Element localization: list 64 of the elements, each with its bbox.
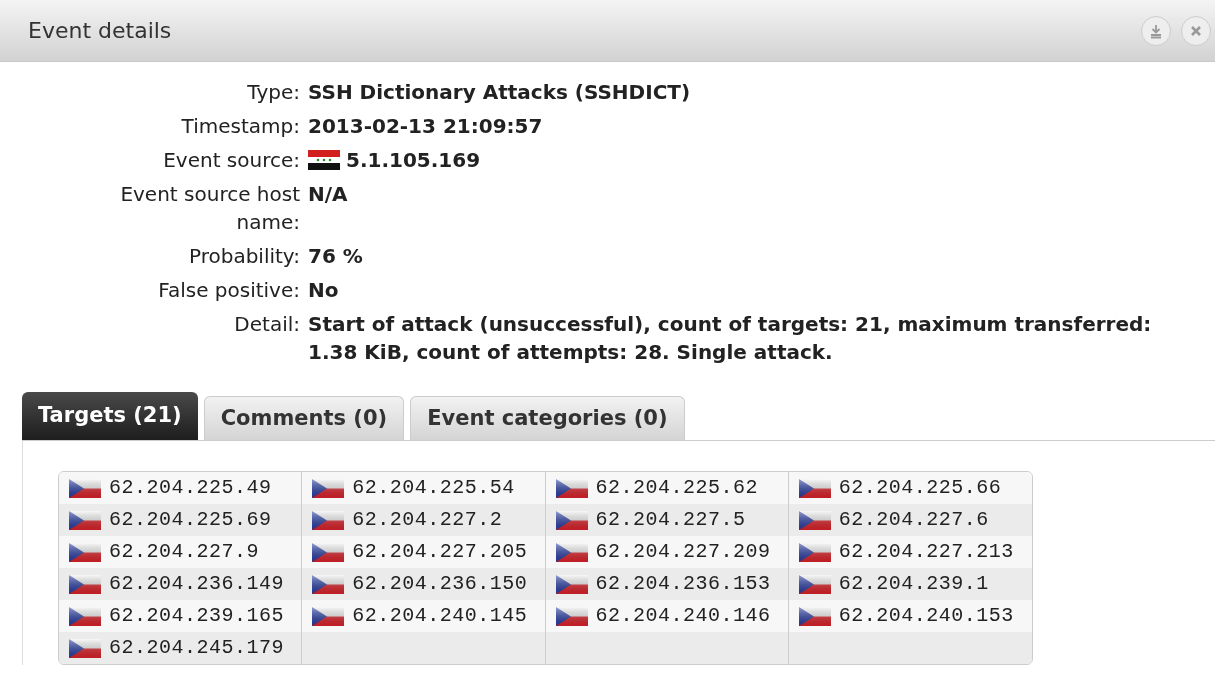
ip-address: 62.204.225.69 <box>109 507 272 533</box>
ip-address: 62.204.227.213 <box>838 539 1014 565</box>
field-label: Event source: <box>163 147 300 174</box>
flag-icon <box>555 510 588 530</box>
download-button[interactable] <box>1141 15 1171 46</box>
flag-icon <box>312 542 345 562</box>
ip-address: 62.204.227.2 <box>352 507 503 533</box>
field-label: Type: <box>247 79 300 106</box>
field-label: Detail: <box>234 311 300 338</box>
ip-address: 62.204.239.1 <box>838 571 989 597</box>
tab[interactable]: Event categories (0) <box>410 396 685 440</box>
field-value: N/A <box>308 181 348 208</box>
flag-icon <box>555 606 588 626</box>
flag-icon <box>555 574 588 594</box>
field-value: Start of attack (unsuccessful), count of targets: 21, maximum transferred: 1.38 KiB, count of attempts: 28. Single attack. <box>308 311 1153 366</box>
flag-icon <box>555 542 588 562</box>
field-value: 5.1.105.169 <box>346 147 481 174</box>
flag-icon <box>312 510 345 530</box>
flag-icon <box>555 478 588 498</box>
close-button[interactable] <box>1181 15 1211 46</box>
ip-address: 62.204.225.49 <box>109 475 272 501</box>
flag-icon <box>798 542 831 562</box>
flag-icon <box>69 510 101 530</box>
close-icon <box>1190 24 1202 37</box>
flag-icon <box>798 606 831 626</box>
flag-icon <box>312 574 345 594</box>
flag-icon <box>69 542 101 562</box>
flag-icon <box>312 606 345 626</box>
flag-icon <box>798 478 831 498</box>
ip-address: 62.204.239.165 <box>109 603 285 629</box>
window-title: Event details <box>28 17 172 45</box>
tab[interactable]: Comments (0) <box>203 396 405 440</box>
field-value: SSH Dictionary Attacks (SSHDICT) <box>308 79 691 106</box>
ip-address: 62.204.240.145 <box>352 603 528 629</box>
ip-address: 62.204.240.153 <box>838 603 1014 629</box>
flag-icon <box>798 510 831 530</box>
flag-icon <box>798 574 831 594</box>
flag-icon <box>312 478 345 498</box>
field-label: Probability: <box>189 243 300 270</box>
ip-address: 62.204.236.153 <box>595 571 771 597</box>
flag-icon <box>69 574 101 594</box>
field-value: 2013-02-13 21:09:57 <box>308 113 543 140</box>
ip-address: 62.204.236.149 <box>109 571 285 597</box>
ip-address: 62.204.240.146 <box>595 603 771 629</box>
ip-address: 62.204.225.62 <box>595 475 759 501</box>
ip-address: 62.204.227.9 <box>109 539 260 565</box>
flag-icon <box>69 478 101 498</box>
field-value: 76 % <box>308 243 363 270</box>
field-label: Event source host name: <box>119 181 300 236</box>
field-label: Timestamp: <box>181 113 300 140</box>
tab[interactable]: Targets (21) <box>22 392 198 440</box>
ip-address: 62.204.227.209 <box>595 539 771 565</box>
ip-address: 62.204.225.54 <box>352 475 515 501</box>
ip-address: 62.204.227.5 <box>595 507 746 533</box>
flag-icon <box>69 606 101 626</box>
flag-icon <box>69 638 101 658</box>
field-value: No <box>308 277 339 304</box>
ip-address: 62.204.225.66 <box>838 475 1002 501</box>
ip-address: 62.204.245.179 <box>109 635 285 661</box>
ip-address: 62.204.236.150 <box>352 571 528 597</box>
field-label: False positive: <box>158 277 300 304</box>
ip-address: 62.204.227.6 <box>838 507 989 533</box>
download-icon <box>1148 22 1164 39</box>
ip-address: 62.204.227.205 <box>352 539 528 565</box>
